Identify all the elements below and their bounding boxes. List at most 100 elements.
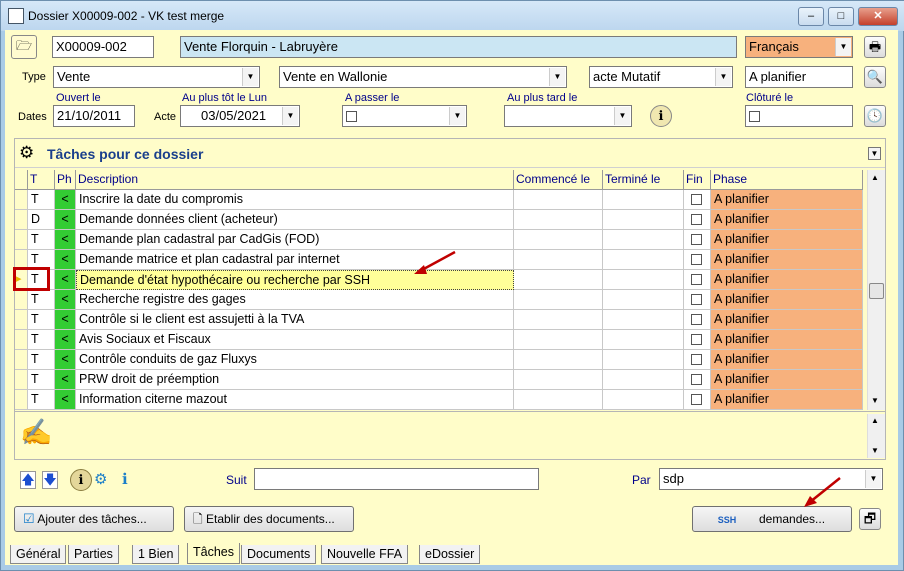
earliest-date-field[interactable]: 03/05/2021 ▼: [180, 105, 300, 127]
task-end-checkbox-cell[interactable]: [684, 230, 711, 250]
column-header-end[interactable]: Fin: [684, 170, 711, 190]
task-type-cell[interactable]: T: [28, 290, 55, 310]
info-gear-icon[interactable]: ⚙: [94, 469, 116, 491]
task-ph-cell[interactable]: <: [55, 390, 76, 410]
task-description-cell[interactable]: Demande plan cadastral par CadGis (FOD): [76, 230, 514, 250]
open-folder-icon[interactable]: 🗁: [11, 35, 37, 59]
task-end-checkbox[interactable]: [691, 374, 702, 386]
task-end-checkbox[interactable]: [691, 354, 702, 366]
task-row[interactable]: T < Avis Sociaux et Fiscaux A planifier: [15, 330, 863, 350]
task-started-cell[interactable]: [514, 290, 603, 310]
task-ph-cell[interactable]: <: [55, 230, 76, 250]
task-started-cell[interactable]: [514, 190, 603, 210]
topass-date-field[interactable]: ▼: [342, 105, 467, 127]
row-selector[interactable]: [15, 370, 28, 390]
printer-icon[interactable]: 🖶: [864, 36, 886, 58]
task-phase-cell[interactable]: A planifier: [711, 350, 863, 370]
task-ph-cell[interactable]: <: [55, 310, 76, 330]
task-finished-cell[interactable]: [603, 210, 684, 230]
task-row[interactable]: T < Demande plan cadastral par CadGis (FOD…: [15, 230, 863, 250]
task-finished-cell[interactable]: [603, 190, 684, 210]
column-header-ph[interactable]: Ph: [55, 170, 76, 190]
task-description-cell[interactable]: Avis Sociaux et Fiscaux: [76, 330, 514, 350]
status-field[interactable]: A planifier: [745, 66, 853, 88]
task-type-cell[interactable]: T: [28, 330, 55, 350]
clock-icon[interactable]: 🕓: [864, 105, 886, 127]
task-finished-cell[interactable]: [603, 310, 684, 330]
par-select[interactable]: sdp ▼: [659, 468, 883, 490]
task-description-cell[interactable]: Inscrire la date du compromis: [76, 190, 514, 210]
type-select-3[interactable]: acte Mutatif ▼: [589, 66, 733, 88]
tab-documents[interactable]: Documents: [241, 545, 317, 564]
tasks-scrollbar[interactable]: ▲ ▼: [867, 170, 885, 410]
scroll-thumb[interactable]: [869, 283, 884, 299]
task-phase-cell[interactable]: A planifier: [711, 270, 863, 290]
task-end-checkbox[interactable]: [691, 314, 702, 326]
opened-date-field[interactable]: 21/10/2011: [53, 105, 135, 127]
tab-bien[interactable]: 1 Bien: [132, 545, 180, 564]
task-ph-cell[interactable]: <: [55, 210, 76, 230]
closed-date-field[interactable]: [745, 105, 853, 127]
close-icon[interactable]: ✕: [858, 7, 898, 26]
task-finished-cell[interactable]: [603, 270, 684, 290]
tab-edossier[interactable]: eDossier: [419, 545, 481, 564]
column-header-phase[interactable]: Phase: [711, 170, 863, 190]
add-tasks-button[interactable]: ☑ Ajouter des tâches...: [14, 506, 174, 532]
task-description-cell[interactable]: Information citerne mazout: [76, 390, 514, 410]
settings-icon[interactable]: 🗗: [859, 508, 881, 530]
task-end-checkbox-cell[interactable]: [684, 270, 711, 290]
task-phase-cell[interactable]: A planifier: [711, 370, 863, 390]
tab-taches[interactable]: Tâches: [187, 543, 240, 564]
collapse-icon[interactable]: ▼: [868, 147, 881, 160]
task-description-cell[interactable]: Contrôle conduits de gaz Fluxys: [76, 350, 514, 370]
notes-area[interactable]: ✍ ▲ ▼: [15, 411, 885, 459]
arrow-down-icon[interactable]: 🡇: [42, 471, 58, 489]
task-phase-cell[interactable]: A planifier: [711, 390, 863, 410]
task-phase-cell[interactable]: A planifier: [711, 190, 863, 210]
tab-general[interactable]: Général: [10, 545, 67, 564]
make-documents-button[interactable]: 🗋 Etablir des documents...: [184, 506, 354, 532]
task-end-checkbox-cell[interactable]: [684, 350, 711, 370]
column-header-t[interactable]: T: [28, 170, 55, 190]
task-phase-cell[interactable]: A planifier: [711, 250, 863, 270]
task-description-cell[interactable]: Recherche registre des gages: [76, 290, 514, 310]
column-header-finished[interactable]: Terminé le: [603, 170, 684, 190]
task-started-cell[interactable]: [514, 390, 603, 410]
scroll-down-icon[interactable]: ▼: [871, 446, 879, 455]
suit-field[interactable]: [254, 468, 539, 490]
task-end-checkbox-cell[interactable]: [684, 390, 711, 410]
task-finished-cell[interactable]: [603, 370, 684, 390]
row-selector[interactable]: [15, 290, 28, 310]
task-phase-cell[interactable]: A planifier: [711, 290, 863, 310]
notes-scrollbar[interactable]: ▲ ▼: [867, 414, 885, 458]
task-ph-cell[interactable]: <: [55, 290, 76, 310]
task-end-checkbox-cell[interactable]: [684, 250, 711, 270]
task-end-checkbox[interactable]: [691, 214, 702, 226]
task-finished-cell[interactable]: [603, 290, 684, 310]
scroll-up-icon[interactable]: ▲: [871, 173, 879, 182]
chevron-down-icon[interactable]: ▼: [449, 107, 465, 125]
task-description-cell[interactable]: Contrôle si le client est assujetti à la…: [76, 310, 514, 330]
task-finished-cell[interactable]: [603, 230, 684, 250]
task-type-cell[interactable]: T: [28, 190, 55, 210]
scroll-up-icon[interactable]: ▲: [871, 416, 879, 425]
column-header-description[interactable]: Description: [76, 170, 514, 190]
task-end-checkbox-cell[interactable]: [684, 190, 711, 210]
task-phase-cell[interactable]: A planifier: [711, 230, 863, 250]
task-row[interactable]: T < Recherche registre des gages A planifie…: [15, 290, 863, 310]
task-type-cell[interactable]: T: [28, 350, 55, 370]
chevron-down-icon[interactable]: ▼: [715, 68, 731, 86]
task-row[interactable]: T < Inscrire la date du compromis A planifi…: [15, 190, 863, 210]
task-ph-cell[interactable]: <: [55, 330, 76, 350]
info-icon[interactable]: ℹ: [70, 469, 92, 491]
task-started-cell[interactable]: [514, 250, 603, 270]
task-end-checkbox[interactable]: [691, 394, 702, 406]
task-phase-cell[interactable]: A planifier: [711, 210, 863, 230]
column-header-started[interactable]: Commencé le: [514, 170, 603, 190]
task-started-cell[interactable]: [514, 310, 603, 330]
task-row[interactable]: D < Demande données client (acheteur) A pla…: [15, 210, 863, 230]
task-end-checkbox-cell[interactable]: [684, 210, 711, 230]
task-row[interactable]: T < Contrôle si le client est assujetti à …: [15, 310, 863, 330]
scroll-down-icon[interactable]: ▼: [871, 396, 879, 405]
task-type-cell[interactable]: T: [28, 310, 55, 330]
